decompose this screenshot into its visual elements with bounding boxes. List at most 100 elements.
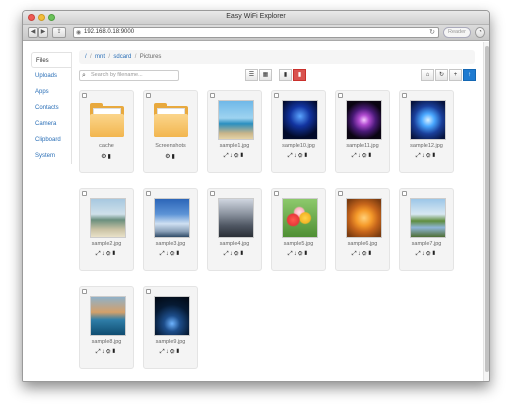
folder-icon[interactable] — [90, 103, 124, 137]
image-card[interactable]: sample7.jpg ⤢↓⚙▮ — [399, 188, 454, 271]
breadcrumb-item-mnt[interactable]: mnt — [95, 54, 105, 60]
trash-icon[interactable]: ▮ — [432, 251, 438, 257]
image-thumbnail[interactable] — [410, 198, 446, 238]
reload-icon[interactable]: ↻ — [429, 28, 435, 37]
select-checkbox[interactable] — [274, 191, 279, 196]
file-name: sample10.jpg — [282, 143, 315, 149]
file-actions: ⤢↓⚙▮ — [144, 251, 197, 258]
image-thumbnail[interactable] — [346, 198, 382, 238]
sidebar-item-camera[interactable]: Camera — [31, 116, 71, 132]
image-card[interactable]: sample6.jpg ⤢↓⚙▮ — [335, 188, 390, 271]
select-checkbox[interactable] — [402, 93, 407, 98]
select-checkbox[interactable] — [274, 93, 279, 98]
image-card[interactable]: sample2.jpg ⤢↓⚙▮ — [79, 188, 134, 271]
sidebar-item-uploads[interactable]: Uploads — [31, 68, 71, 84]
sidebar-item-apps[interactable]: Apps — [31, 84, 71, 100]
trash-icon[interactable]: ▮ — [176, 349, 182, 355]
image-thumbnail[interactable] — [218, 100, 254, 140]
new-folder-button[interactable]: + — [449, 69, 462, 81]
image-thumbnail[interactable] — [90, 198, 126, 238]
list-view-button[interactable]: ☰ — [245, 69, 258, 81]
trash-icon[interactable]: ▮ — [432, 153, 438, 159]
trash-icon[interactable]: ▮ — [304, 153, 310, 159]
sidebar-divider — [71, 52, 72, 164]
reader-button[interactable]: Reader — [443, 27, 471, 38]
trash-icon[interactable]: ▮ — [172, 154, 176, 160]
breadcrumb: / / mnt / sdcard / Pictures — [79, 50, 475, 64]
image-thumbnail[interactable] — [154, 198, 190, 238]
refresh-icon: ↻ — [438, 72, 445, 78]
breadcrumb-item-sdcard[interactable]: sdcard — [113, 54, 131, 60]
folder-card[interactable]: Screenshots ⚙▮ — [143, 90, 198, 173]
title-bar: Easy WiFi Explorer — [23, 11, 489, 25]
downloads-button[interactable]: ◔ — [475, 27, 485, 38]
image-card[interactable]: sample3.jpg ⤢↓⚙▮ — [143, 188, 198, 271]
back-button[interactable]: ◀ — [28, 27, 38, 38]
select-checkbox[interactable] — [82, 93, 87, 98]
breadcrumb-root[interactable]: / — [85, 54, 87, 60]
forward-button[interactable]: ▶ — [38, 27, 48, 38]
trash-icon[interactable]: ▮ — [112, 251, 118, 257]
upload-button[interactable]: ↑ — [463, 69, 476, 81]
sidebar-item-clipboard[interactable]: Clipboard — [31, 132, 71, 148]
image-thumbnail[interactable] — [282, 100, 318, 140]
image-thumbnail[interactable] — [410, 100, 446, 140]
delete-button[interactable]: ▮ — [293, 69, 306, 81]
image-card[interactable]: sample4.jpg ⤢↓⚙▮ — [207, 188, 262, 271]
image-thumbnail[interactable] — [90, 296, 126, 336]
file-name: sample8.jpg — [91, 339, 122, 345]
image-thumbnail[interactable] — [282, 198, 318, 238]
grid-view-button[interactable]: ▦ — [259, 69, 272, 81]
file-name: sample12.jpg — [410, 143, 443, 149]
search-input[interactable]: ⌕ Search by filename... — [79, 70, 179, 81]
folder-icon[interactable] — [154, 103, 188, 137]
trash-icon[interactable]: ▮ — [304, 251, 310, 257]
select-checkbox[interactable] — [338, 93, 343, 98]
grid-view-icon: ▦ — [262, 72, 269, 78]
scrollbar-thumb[interactable] — [485, 46, 489, 372]
image-card[interactable]: sample10.jpg ⤢↓⚙▮ — [271, 90, 326, 173]
file-actions: ⤢↓⚙▮ — [80, 251, 133, 258]
trash-icon[interactable]: ▮ — [368, 153, 374, 159]
sidebar-item-files[interactable]: Files — [31, 52, 71, 68]
image-card[interactable]: sample12.jpg ⤢↓⚙▮ — [399, 90, 454, 173]
breadcrumb-current: Pictures — [139, 54, 162, 60]
trash-icon[interactable]: ▮ — [240, 153, 246, 159]
image-card[interactable]: sample1.jpg ⤢↓⚙▮ — [207, 90, 262, 173]
select-checkbox[interactable] — [402, 191, 407, 196]
trash-icon[interactable]: ▮ — [176, 251, 182, 257]
image-card[interactable]: sample5.jpg ⤢↓⚙▮ — [271, 188, 326, 271]
select-checkbox[interactable] — [210, 93, 215, 98]
select-checkbox[interactable] — [338, 191, 343, 196]
file-name: sample7.jpg — [411, 241, 442, 247]
share-button[interactable]: ⇪ — [52, 27, 66, 38]
select-delete-button[interactable]: ▮ — [279, 69, 292, 81]
image-card[interactable]: sample8.jpg ⤢↓⚙▮ — [79, 286, 134, 369]
trash-icon[interactable]: ▮ — [368, 251, 374, 257]
forward-arrow-icon: ▶ — [40, 29, 46, 35]
home-button[interactable]: ⌂ — [421, 69, 434, 81]
image-card[interactable]: sample9.jpg ⤢↓⚙▮ — [143, 286, 198, 369]
sidebar-item-system[interactable]: System — [31, 148, 71, 164]
select-checkbox[interactable] — [82, 289, 87, 294]
sidebar-item-contacts[interactable]: Contacts — [31, 100, 71, 116]
select-checkbox[interactable] — [146, 191, 151, 196]
refresh-button[interactable]: ↻ — [435, 69, 448, 81]
file-name: cache — [99, 143, 114, 149]
image-thumbnail[interactable] — [218, 198, 254, 238]
image-thumbnail[interactable] — [154, 296, 190, 336]
trash-icon[interactable]: ▮ — [112, 349, 118, 355]
folder-card[interactable]: cache ⚙▮ — [79, 90, 134, 173]
address-bar[interactable]: ◉ 192.168.0.18:9000 ↻ — [73, 27, 439, 38]
select-checkbox[interactable] — [210, 191, 215, 196]
file-actions: ⤢↓⚙▮ — [208, 153, 261, 160]
trash-icon[interactable]: ▮ — [108, 154, 112, 160]
select-checkbox[interactable] — [146, 93, 151, 98]
vertical-scrollbar[interactable] — [483, 42, 489, 381]
select-checkbox[interactable] — [82, 191, 87, 196]
image-thumbnail[interactable] — [346, 100, 382, 140]
file-name: sample6.jpg — [347, 241, 378, 247]
trash-icon[interactable]: ▮ — [240, 251, 246, 257]
select-checkbox[interactable] — [146, 289, 151, 294]
image-card[interactable]: sample11.jpg ⤢↓⚙▮ — [335, 90, 390, 173]
